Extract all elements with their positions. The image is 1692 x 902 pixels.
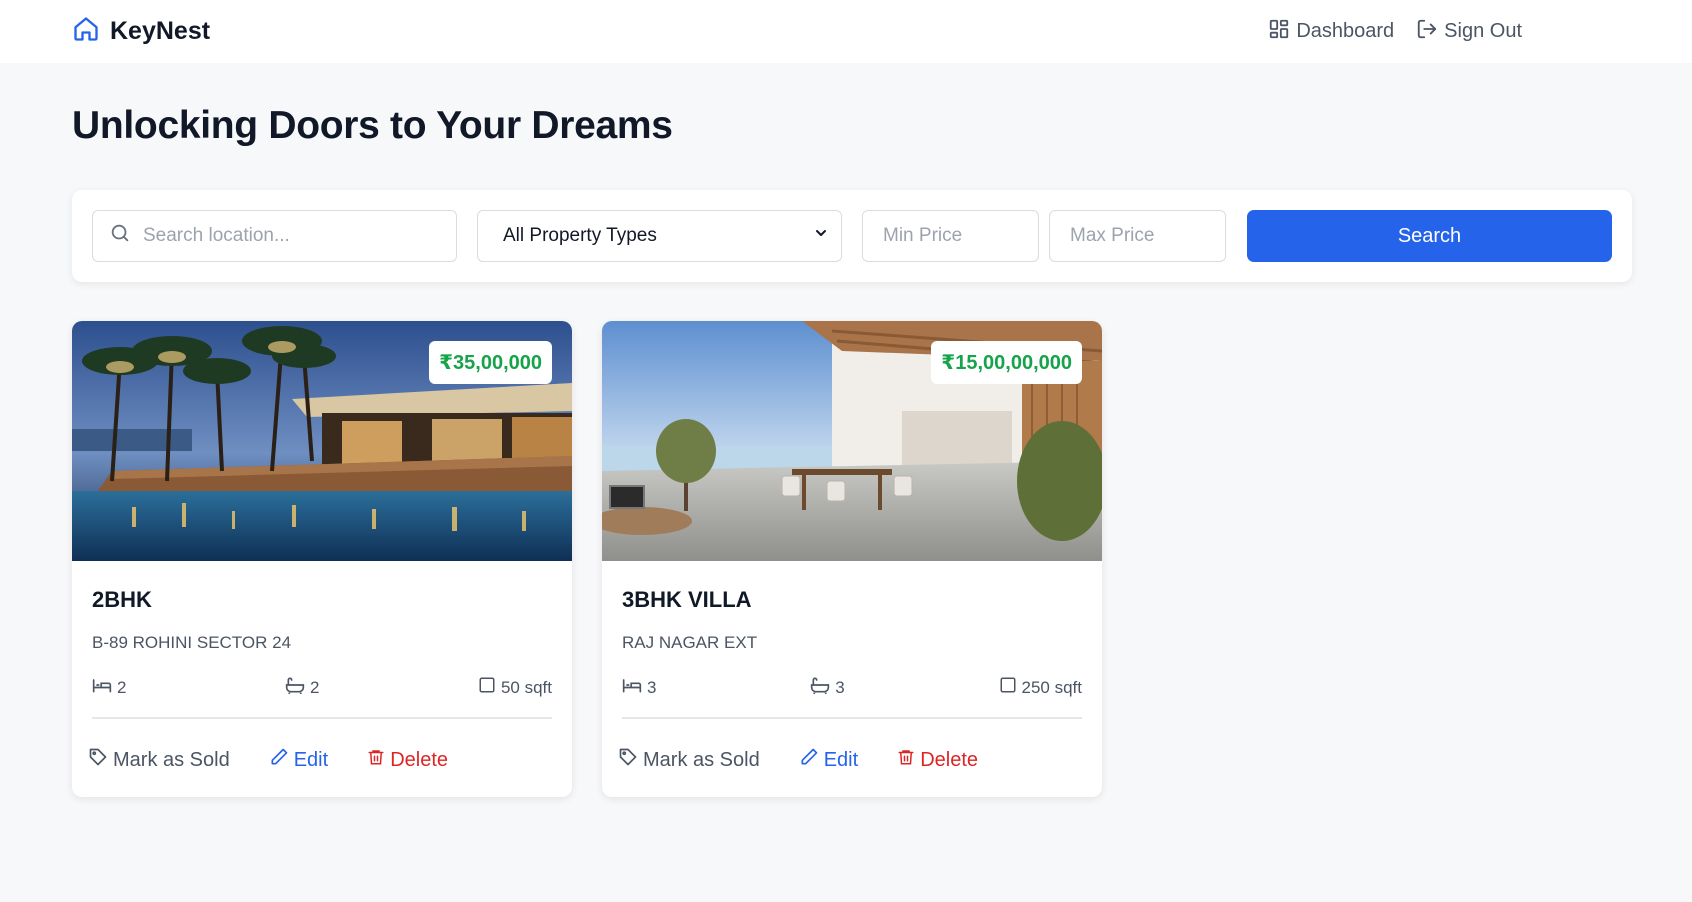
property-card: ₹15,00,00,000 3BHK VILLA RAJ NAGAR EXT 3 xyxy=(602,321,1102,797)
pencil-icon xyxy=(799,747,819,773)
card-actions: Mark as Sold Edit Delete xyxy=(602,719,1102,773)
min-price-input[interactable]: Min Price xyxy=(862,210,1039,262)
listing-address: RAJ NAGAR EXT xyxy=(622,633,758,652)
delete-label: Delete xyxy=(920,748,978,771)
price-badge: ₹35,00,000 xyxy=(429,341,552,384)
brand-name: KeyNest xyxy=(110,17,211,45)
delete-button[interactable]: Delete xyxy=(897,747,978,773)
location-search-input[interactable]: Search location... xyxy=(92,210,457,262)
mark-as-sold-button[interactable]: Mark as Sold xyxy=(88,747,230,773)
square-icon xyxy=(478,676,496,699)
bed-icon xyxy=(92,676,112,699)
sign-out-icon xyxy=(1416,18,1438,46)
location-placeholder: Search location... xyxy=(143,225,290,246)
page-title: Unlocking Doors to Your Dreams xyxy=(72,104,673,147)
dashboard-link[interactable]: Dashboard xyxy=(1268,18,1394,46)
delete-button[interactable]: Delete xyxy=(367,747,448,773)
edit-button[interactable]: Edit xyxy=(799,747,858,773)
dashboard-icon xyxy=(1268,18,1290,46)
edit-label: Edit xyxy=(293,748,329,771)
resort-pool-at-night-photo[interactable]: ₹35,00,000 xyxy=(72,321,572,561)
area: 250 sqft xyxy=(999,676,1083,699)
dashboard-label: Dashboard xyxy=(1296,20,1395,42)
search-panel: Search location... All Property Types Mi… xyxy=(72,190,1632,282)
property-type-select[interactable]: All Property Types xyxy=(477,210,842,262)
listing-title: 3BHK VILLA xyxy=(622,587,752,612)
search-button[interactable]: Search xyxy=(1247,210,1612,262)
max-price-input[interactable]: Max Price xyxy=(1049,210,1226,262)
area-value: 250 sqft xyxy=(1021,677,1083,697)
property-type-value: All Property Types xyxy=(503,225,657,246)
area-value: 50 sqft xyxy=(500,677,552,697)
bedrooms-count: 2 xyxy=(117,677,127,697)
bathrooms-count: 2 xyxy=(309,677,320,697)
tag-icon xyxy=(88,747,108,773)
header-nav: Dashboard Sign Out xyxy=(1268,18,1522,46)
sign-out-link[interactable]: Sign Out xyxy=(1416,18,1522,46)
sign-out-label: Sign Out xyxy=(1444,20,1522,42)
bedrooms: 3 xyxy=(622,676,656,699)
mark-as-sold-label: Mark as Sold xyxy=(643,748,760,771)
trash-icon xyxy=(897,747,915,773)
mark-as-sold-label: Mark as Sold xyxy=(113,748,230,771)
tag-icon xyxy=(618,747,638,773)
home-icon xyxy=(72,15,100,48)
edit-label: Edit xyxy=(823,748,859,771)
chevron-down-icon xyxy=(813,225,829,247)
edit-button[interactable]: Edit xyxy=(269,747,328,773)
bathrooms: 3 xyxy=(810,676,845,699)
max-price-placeholder: Max Price xyxy=(1070,225,1155,246)
bedrooms-count: 3 xyxy=(647,677,657,697)
area: 50 sqft xyxy=(478,676,552,699)
trash-icon xyxy=(367,747,385,773)
min-price-placeholder: Min Price xyxy=(883,225,963,246)
property-card: ₹35,00,000 2BHK B-89 ROHINI SECTOR 24 2 xyxy=(72,321,572,797)
search-icon xyxy=(109,222,131,250)
mark-as-sold-button[interactable]: Mark as Sold xyxy=(618,747,760,773)
bath-icon xyxy=(285,676,305,699)
bedrooms: 2 xyxy=(92,676,126,699)
delete-label: Delete xyxy=(390,748,448,771)
bath-icon xyxy=(810,676,830,699)
square-icon xyxy=(999,676,1017,699)
brand[interactable]: KeyNest xyxy=(72,15,210,48)
top-navbar: KeyNest Dashboard Sign Out xyxy=(0,0,1692,63)
pencil-icon xyxy=(269,747,289,773)
listing-features: 3 3 250 sqft xyxy=(622,676,1082,719)
villa-dining-room-sea-view-photo[interactable]: ₹15,00,00,000 xyxy=(602,321,1102,561)
listing-features: 2 2 50 sqft xyxy=(92,676,552,719)
listing-address: B-89 ROHINI SECTOR 24 xyxy=(92,633,292,652)
card-actions: Mark as Sold Edit Delete xyxy=(72,719,572,773)
listing-title: 2BHK xyxy=(92,587,152,612)
bathrooms-count: 3 xyxy=(835,677,845,697)
bed-icon xyxy=(622,676,642,699)
price-badge: ₹15,00,00,000 xyxy=(931,341,1082,384)
bathrooms: 2 xyxy=(285,676,319,699)
